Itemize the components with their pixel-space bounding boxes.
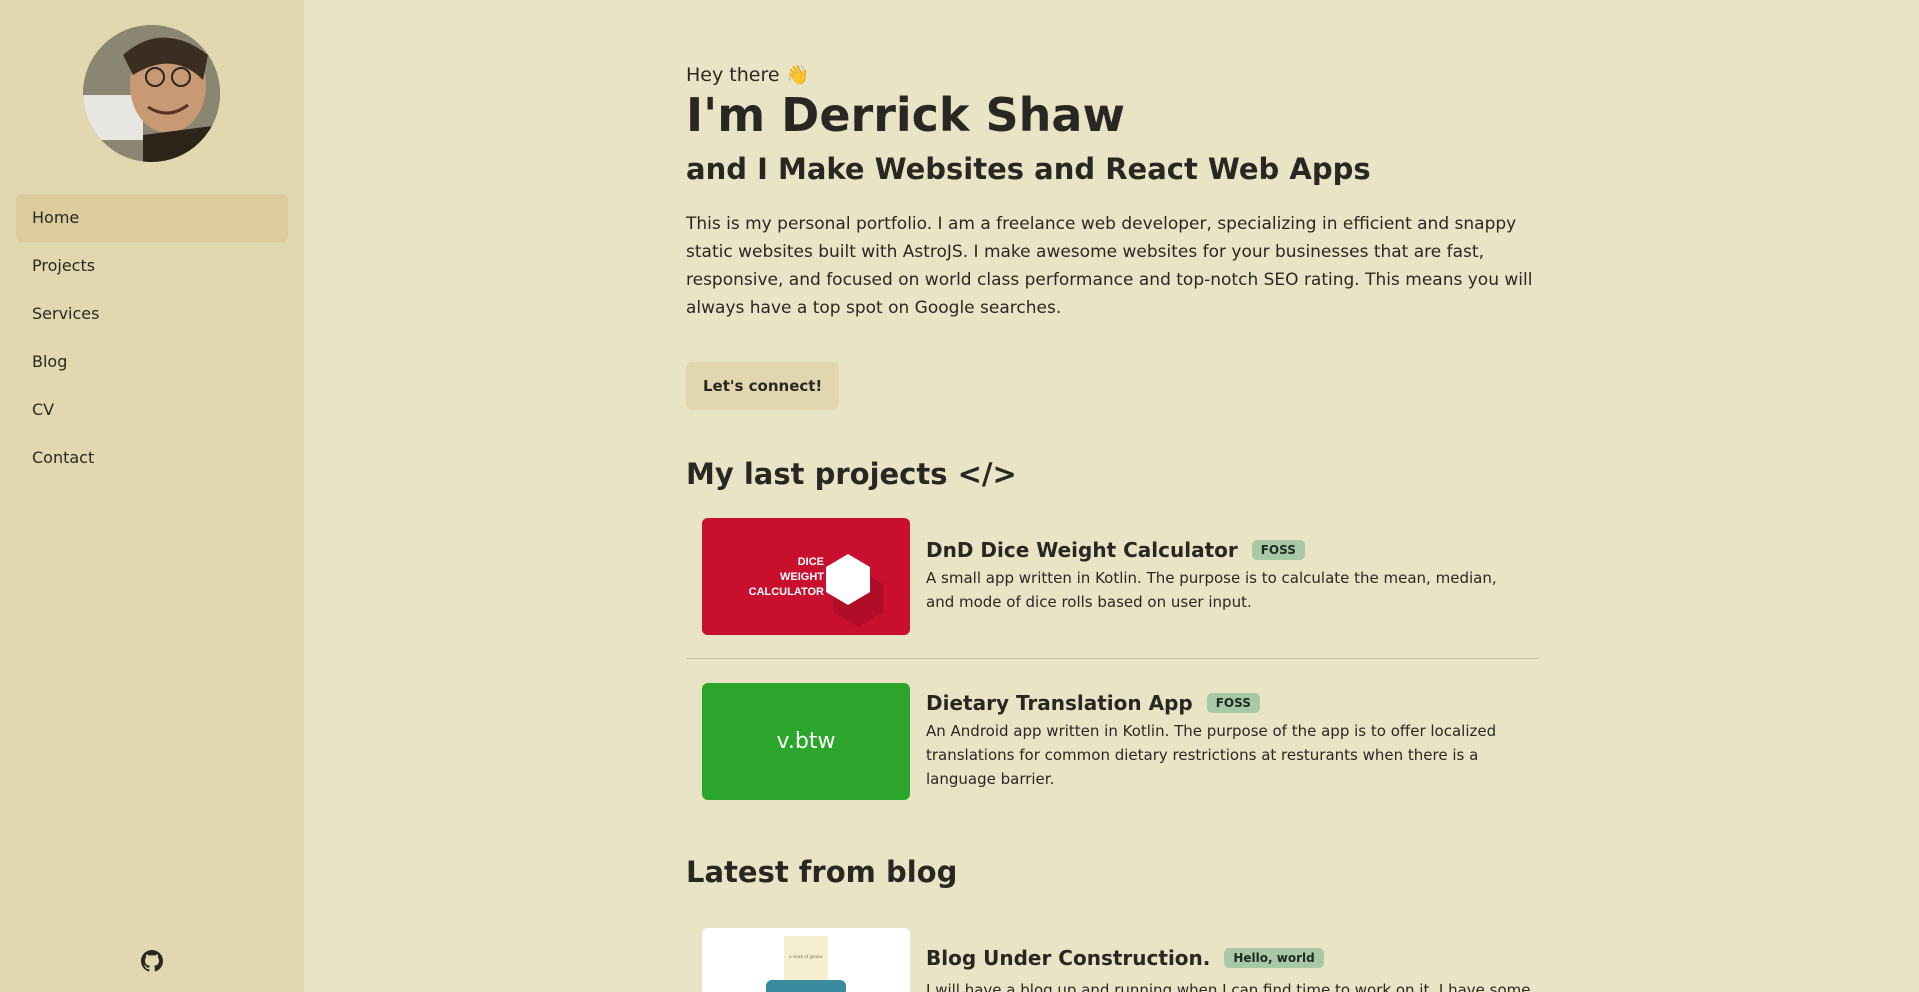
project-title-row: DnD Dice Weight Calculator FOSS [926, 538, 1305, 562]
greeting: Hey there 👋 [686, 64, 810, 86]
profile-avatar [83, 25, 220, 162]
project-card[interactable]: DICE WEIGHT CALCULATOR DnD Dice Weight C… [702, 518, 1539, 638]
sidebar: Home Projects Services Blog CV Contact [0, 0, 304, 992]
main-nav: Home Projects Services Blog CV Contact [16, 194, 288, 482]
project-thumbnail: DICE WEIGHT CALCULATOR [702, 518, 910, 635]
project-title[interactable]: Dietary Translation App [926, 691, 1193, 715]
project-description: An Android app written in Kotlin. The pu… [926, 722, 1497, 788]
projects-heading: My last projects </> [686, 457, 1017, 491]
hero-intro: This is my personal portfolio. I am a fr… [686, 214, 1533, 318]
connect-button[interactable]: Let's connect! [686, 362, 840, 410]
blog-heading: Latest from blog [686, 855, 958, 889]
blog-title[interactable]: Blog Under Construction. [926, 946, 1210, 970]
blog-thumbnail: a work of genius [702, 928, 910, 992]
blog-title-row: Blog Under Construction. Hello, world [926, 946, 1324, 970]
thumb-text-line: CALCULATOR [749, 586, 824, 598]
project-card[interactable]: v.btw Dietary Translation App FOSS An An… [702, 683, 1539, 803]
project-title[interactable]: DnD Dice Weight Calculator [926, 538, 1238, 562]
blog-badge: Hello, world [1224, 948, 1324, 968]
thumb-caption: a work of genius [789, 955, 823, 960]
project-description: A small app written in Kotlin. The purpo… [926, 569, 1497, 611]
thumb-text-line: DICE [798, 556, 824, 568]
nav-item-projects[interactable]: Projects [16, 242, 288, 290]
nav-item-cv[interactable]: CV [16, 386, 288, 434]
nav-item-blog[interactable]: Blog [16, 338, 288, 386]
project-badge: FOSS [1251, 540, 1305, 560]
hero-tagline: and I Make Websites and React Web Apps [686, 152, 1371, 186]
project-thumbnail: v.btw [702, 683, 910, 800]
hero-name: I'm Derrick Shaw [686, 88, 1125, 142]
blog-description: I will have a blog up and running when I… [926, 981, 1531, 992]
project-title-row: Dietary Translation App FOSS [926, 691, 1260, 715]
project-divider [686, 658, 1539, 659]
thumb-logo-text: v.btw [776, 729, 836, 754]
project-badge: FOSS [1206, 693, 1260, 713]
nav-item-services[interactable]: Services [16, 290, 288, 338]
nav-item-home[interactable]: Home [16, 194, 288, 242]
nav-item-contact[interactable]: Contact [16, 434, 288, 482]
thumb-text-line: WEIGHT [780, 571, 824, 583]
github-icon[interactable] [141, 950, 163, 972]
blog-card[interactable]: a work of genius Blog Under Construction… [702, 928, 1539, 992]
